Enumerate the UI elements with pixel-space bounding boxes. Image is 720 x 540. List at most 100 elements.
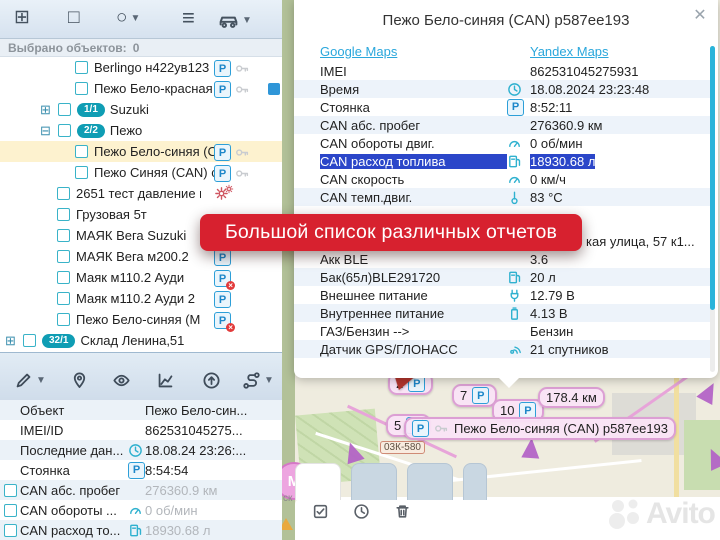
edit-pencil-icon[interactable]: ▼ <box>14 371 46 390</box>
popup-scrollbar-thumb[interactable] <box>710 46 715 310</box>
status-circle-icon[interactable]: ○▼ <box>116 8 140 28</box>
detail-row[interactable]: IMEI/ID 862531045275... <box>0 420 282 440</box>
telemetry-row[interactable]: ГАЗ/Бензин --> Бензин <box>294 322 710 340</box>
detail-row[interactable]: Стоянка 8:54:54 <box>0 460 282 480</box>
unit-checkbox[interactable] <box>75 166 88 179</box>
close-icon[interactable] <box>691 7 709 25</box>
parking-icon <box>472 387 489 404</box>
bottom-tabs <box>295 463 487 499</box>
telemetry-value: 0 об/мин <box>530 136 583 151</box>
unit-label: Пежо Бело-синяя (C <box>94 144 217 159</box>
unit-checkbox[interactable] <box>75 61 88 74</box>
route-icon[interactable]: ▼ <box>242 371 274 390</box>
vehicle-filter-icon[interactable]: ▼ <box>218 10 252 31</box>
tab[interactable] <box>407 463 453 500</box>
telemetry-row[interactable]: Акк BLE 3.6 <box>294 250 710 268</box>
select-all-checkbox-icon[interactable] <box>312 503 329 520</box>
expand-toggle-icon[interactable] <box>5 334 19 348</box>
tab[interactable] <box>295 463 341 500</box>
unit-checkbox[interactable] <box>57 229 70 242</box>
telemetry-row[interactable]: Внешнее питание 12.79 В <box>294 286 710 304</box>
unit-checkbox[interactable] <box>57 208 70 221</box>
detail-row[interactable]: Объект Пежо Бело-син... <box>0 400 282 420</box>
unit-label: Грузовая 5т <box>76 207 147 222</box>
unit-row[interactable]: 32/1 Склад Ленина,51 <box>0 330 282 351</box>
telemetry-value: 8:52:11 <box>530 100 572 115</box>
unit-checkbox[interactable] <box>57 271 70 284</box>
unit-row[interactable]: Berlingo н422ув123 <box>0 57 282 78</box>
location-pin-icon[interactable] <box>70 371 89 390</box>
eye-icon[interactable] <box>112 371 131 390</box>
telemetry-row[interactable]: CAN расход топлива 18930.68 л <box>294 152 710 170</box>
unit-label: Пежо Бело-красная <box>94 81 213 96</box>
tab[interactable] <box>351 463 397 500</box>
tab[interactable] <box>463 463 487 500</box>
selection-square-icon[interactable]: □ <box>68 8 79 28</box>
telemetry-row[interactable]: CAN абс. пробег 276360.9 км <box>294 116 710 134</box>
telemetry-row[interactable]: IMEI 862531045275931 <box>294 62 710 80</box>
map-marker-label[interactable]: 7 <box>452 384 497 407</box>
unit-checkbox[interactable] <box>57 313 70 326</box>
unit-row[interactable]: 2651 тест давление в ш <box>0 183 282 204</box>
detail-row[interactable]: CAN обороты ... 0 об/мин <box>0 500 282 520</box>
unit-checkbox[interactable] <box>75 82 88 95</box>
unit-row[interactable]: 2/2 Пежо <box>0 120 282 141</box>
detail-row[interactable]: CAN абс. пробег 276360.9 км <box>0 480 282 500</box>
telemetry-value: 862531045275931 <box>530 64 638 79</box>
detail-row[interactable]: Последние дан... 18.08.24 23:26:... <box>0 440 282 460</box>
telemetry-row[interactable]: Стоянка 8:52:11 <box>294 98 710 116</box>
unit-checkbox[interactable] <box>58 103 71 116</box>
telemetry-value: 21 спутников <box>530 342 608 357</box>
telemetry-label: IMEI <box>320 64 507 79</box>
unit-row[interactable]: Пежо Бело-красная <box>0 78 282 99</box>
telemetry-row[interactable]: Датчик GPS/ГЛОНАСС 21 спутников <box>294 340 710 358</box>
unit-row[interactable]: Маяк м110.2 Ауди <box>0 267 282 288</box>
upload-icon[interactable] <box>202 371 221 390</box>
thermo-icon <box>507 190 530 205</box>
detail-value: 18930.68 л <box>145 523 210 538</box>
unit-tree: Berlingo н422ув123 Пежо Бело-красная <box>0 57 282 351</box>
unit-row[interactable]: Пежо Бело-синяя (Мая <box>0 309 282 330</box>
map-marker-label[interactable]: 178.4 км <box>538 387 605 408</box>
telemetry-row[interactable]: CAN темп.двиг. 83 °C <box>294 188 710 206</box>
telemetry-row[interactable]: Внутреннее питание 4.13 В <box>294 304 710 322</box>
telemetry-value: 276360.9 км <box>530 118 602 133</box>
detail-row[interactable]: CAN расход то... 18930.68 л <box>0 520 282 540</box>
unit-checkbox[interactable] <box>57 187 70 200</box>
google-maps-link[interactable]: Google Maps <box>320 44 530 59</box>
direction-arrow-marker[interactable] <box>696 379 720 405</box>
parking-icon <box>214 144 231 161</box>
telemetry-row[interactable]: CAN скорость 0 км/ч <box>294 170 710 188</box>
expand-toggle-icon[interactable] <box>40 124 54 138</box>
unit-label: МАЯК Вега м200.2 <box>76 249 189 264</box>
sensor-checkbox[interactable] <box>4 484 17 497</box>
unit-checkbox[interactable] <box>58 124 71 137</box>
direction-arrow-marker[interactable] <box>521 437 540 458</box>
unit-row[interactable]: 1/1 Suzuki <box>0 99 282 120</box>
unit-row[interactable]: Пежо Синяя (CAN) с <box>0 162 282 183</box>
unit-row[interactable]: Маяк м110.2 Ауди 2 <box>0 288 282 309</box>
yandex-maps-link[interactable]: Yandex Maps <box>530 44 609 59</box>
unit-checkbox[interactable] <box>57 250 70 263</box>
chart-icon[interactable] <box>156 371 175 390</box>
unit-checkbox[interactable] <box>75 145 88 158</box>
telemetry-row[interactable]: CAN обороты двиг. 0 об/мин <box>294 134 710 152</box>
unit-checkbox[interactable] <box>57 292 70 305</box>
group-count-badge: 2/2 <box>77 124 105 138</box>
trash-icon[interactable] <box>394 503 411 520</box>
time-filter-icon[interactable] <box>353 503 370 520</box>
detail-value: 862531045275... <box>145 423 243 438</box>
unit-checkbox[interactable] <box>23 334 36 347</box>
sensor-checkbox[interactable] <box>4 504 17 517</box>
telemetry-row[interactable]: Бак(65л)BLE291720 20 л <box>294 268 710 286</box>
map-marker-label[interactable]: 03К-580 <box>380 441 425 454</box>
expand-toggle-icon[interactable] <box>40 103 54 117</box>
list-view-icon[interactable]: ≡ <box>182 8 195 28</box>
telemetry-row[interactable]: Время 18.08.2024 23:23:48 <box>294 80 710 98</box>
map-marker-label[interactable]: Пежо Бело-синяя (CAN) p587ee193 <box>404 417 676 440</box>
sensor-checkbox[interactable] <box>4 524 17 537</box>
selected-objects-count: 0 <box>133 41 140 55</box>
avito-watermark: Avito <box>606 496 715 532</box>
add-object-icon[interactable]: ⊞ <box>14 8 30 28</box>
unit-row[interactable]: Пежо Бело-синяя (C <box>0 141 282 162</box>
